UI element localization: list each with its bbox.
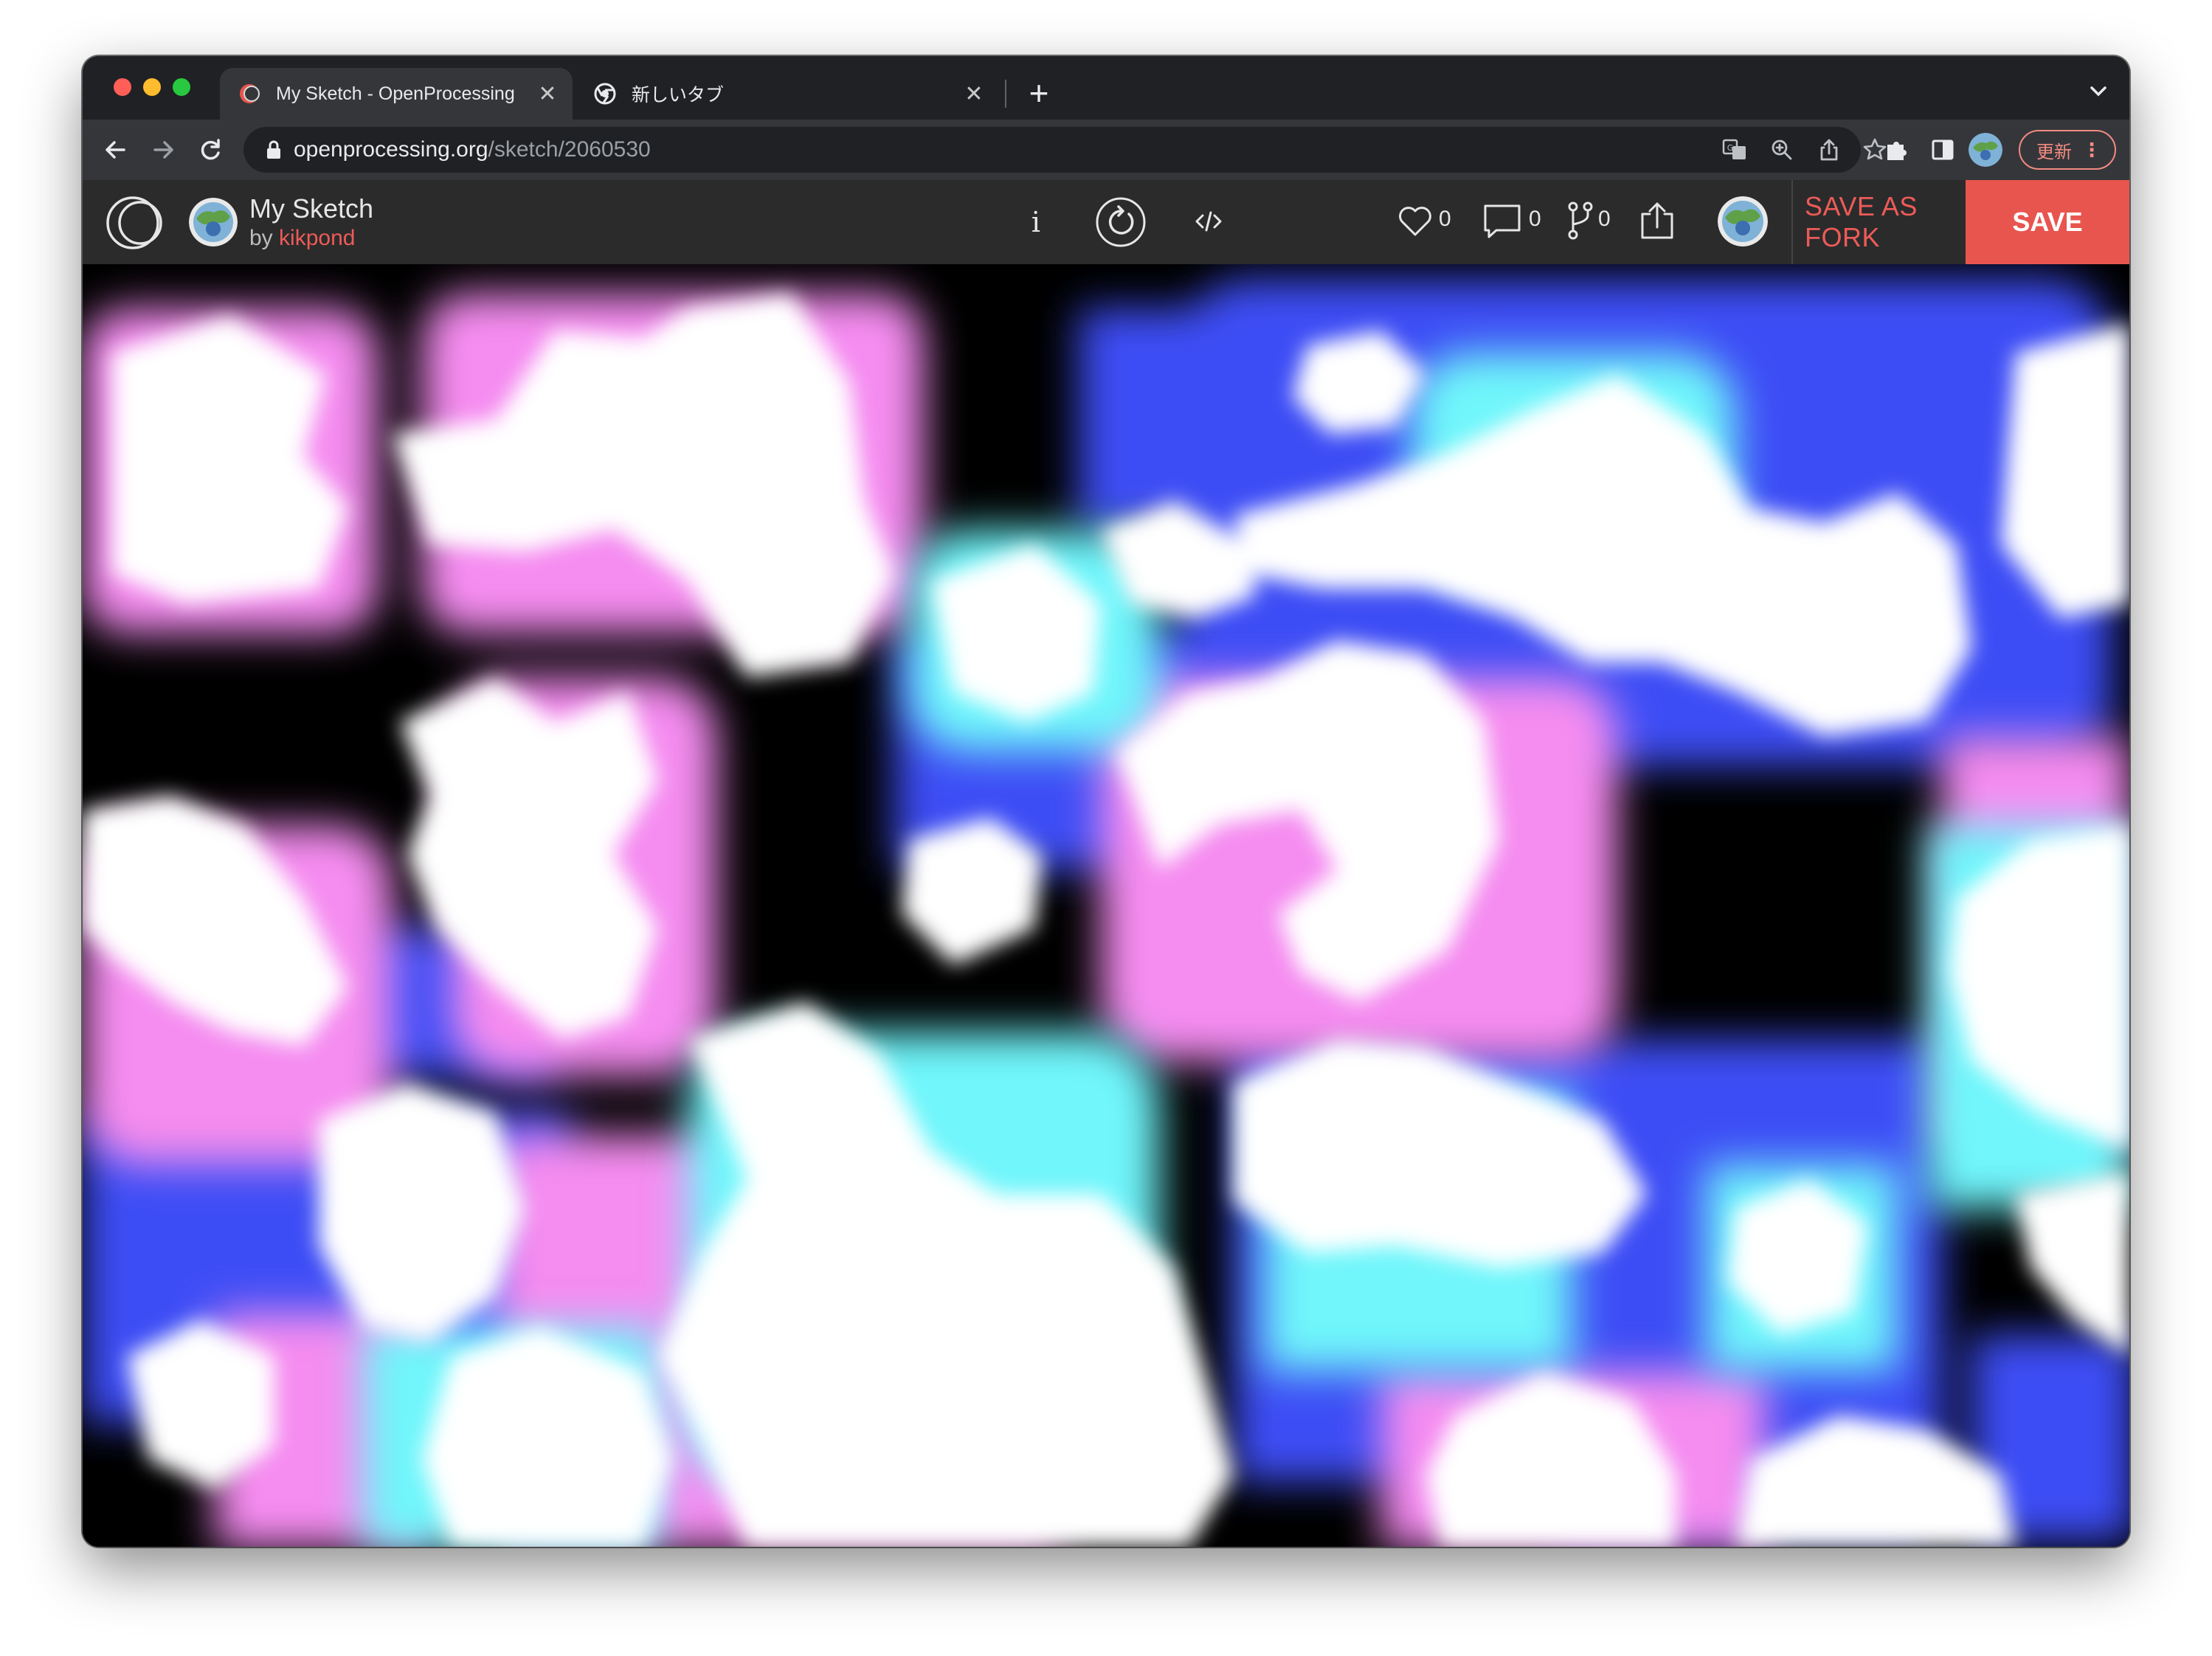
chrome-favicon-icon	[594, 83, 616, 105]
share-icon[interactable]	[1636, 199, 1678, 242]
author-link[interactable]: kikpond	[279, 226, 355, 250]
sketch-byline: by kikpond	[249, 226, 355, 251]
restart-icon[interactable]	[1095, 196, 1147, 248]
likes-count: 0	[1439, 207, 1451, 231]
globe-avatar-icon	[1969, 133, 2002, 167]
update-label: 更新	[2036, 142, 2072, 162]
forward-arrow-icon[interactable]	[146, 133, 180, 167]
generative-art-canvas	[83, 264, 2129, 1547]
openprocessing-logo-icon[interactable]	[105, 195, 167, 251]
reload-icon[interactable]	[193, 133, 227, 167]
lock-icon[interactable]	[266, 140, 282, 159]
tab-separator	[1005, 80, 1006, 108]
minimize-window-button[interactable]	[143, 78, 161, 96]
extensions-puzzle-icon[interactable]	[1880, 133, 1914, 167]
close-window-button[interactable]	[114, 78, 131, 96]
chevron-down-icon[interactable]	[2084, 77, 2113, 106]
forks-count: 0	[1598, 207, 1611, 231]
browser-window: My Sketch - OpenProcessing ✕ 新しいタブ ✕ + o…	[83, 56, 2129, 1547]
tab-new-tab[interactable]: 新しいタブ ✕	[576, 68, 999, 120]
url-text[interactable]: openprocessing.org/sketch/2060530	[294, 137, 651, 162]
share-icon[interactable]	[1815, 136, 1843, 164]
save-button[interactable]: SAVE	[1966, 180, 2129, 264]
tab-my-sketch[interactable]: My Sketch - OpenProcessing ✕	[220, 68, 573, 120]
sketch-canvas[interactable]	[83, 264, 2129, 1547]
tab-close-icon[interactable]: ✕	[959, 81, 989, 107]
author-avatar[interactable]	[189, 198, 238, 246]
heart-icon[interactable]	[1396, 202, 1434, 239]
comment-icon[interactable]	[1482, 202, 1523, 241]
chrome-menu-icon[interactable]: ⋮	[2082, 139, 2101, 162]
back-arrow-icon[interactable]	[99, 133, 133, 167]
tab-strip: My Sketch - OpenProcessing ✕ 新しいタブ ✕ +	[83, 56, 2129, 120]
globe-avatar-icon	[1718, 196, 1768, 246]
side-panel-icon[interactable]	[1926, 133, 1960, 167]
user-avatar[interactable]	[1718, 196, 1768, 246]
url-path: /sketch/2060530	[488, 137, 651, 162]
tab-title: 新しいタブ	[632, 85, 725, 106]
info-button[interactable]: i	[1021, 204, 1051, 241]
header-divider	[1791, 180, 1793, 264]
address-bar[interactable]: openprocessing.org/sketch/2060530 G	[243, 127, 1887, 173]
translate-icon[interactable]: G	[1721, 136, 1749, 164]
sketch-title[interactable]: My Sketch	[249, 193, 373, 224]
save-as-fork-button[interactable]: SAVE AS FORK	[1805, 180, 1964, 264]
url-host: openprocessing.org	[294, 137, 488, 162]
openprocessing-favicon-icon	[240, 84, 260, 103]
comments-count: 0	[1529, 207, 1541, 231]
new-tab-button[interactable]: +	[1015, 72, 1062, 114]
tab-close-icon[interactable]: ✕	[533, 81, 562, 107]
globe-avatar-icon	[189, 198, 238, 246]
zoom-icon[interactable]	[1768, 136, 1796, 164]
fullscreen-window-button[interactable]	[173, 78, 190, 96]
byline-prefix: by	[249, 226, 273, 250]
profile-avatar[interactable]	[1969, 133, 2002, 167]
svg-text:G: G	[1727, 143, 1734, 153]
update-chrome-button[interactable]: 更新 ⋮	[2019, 130, 2116, 170]
browser-toolbar: openprocessing.org/sketch/2060530 G 更新 ⋮	[83, 120, 2129, 180]
code-icon[interactable]	[1194, 208, 1223, 235]
sketch-header: My Sketch by kikpond i 0 0 0 SAVE AS FOR…	[83, 180, 2129, 264]
fork-icon[interactable]	[1566, 201, 1595, 241]
tab-title: My Sketch - OpenProcessing	[276, 83, 515, 104]
